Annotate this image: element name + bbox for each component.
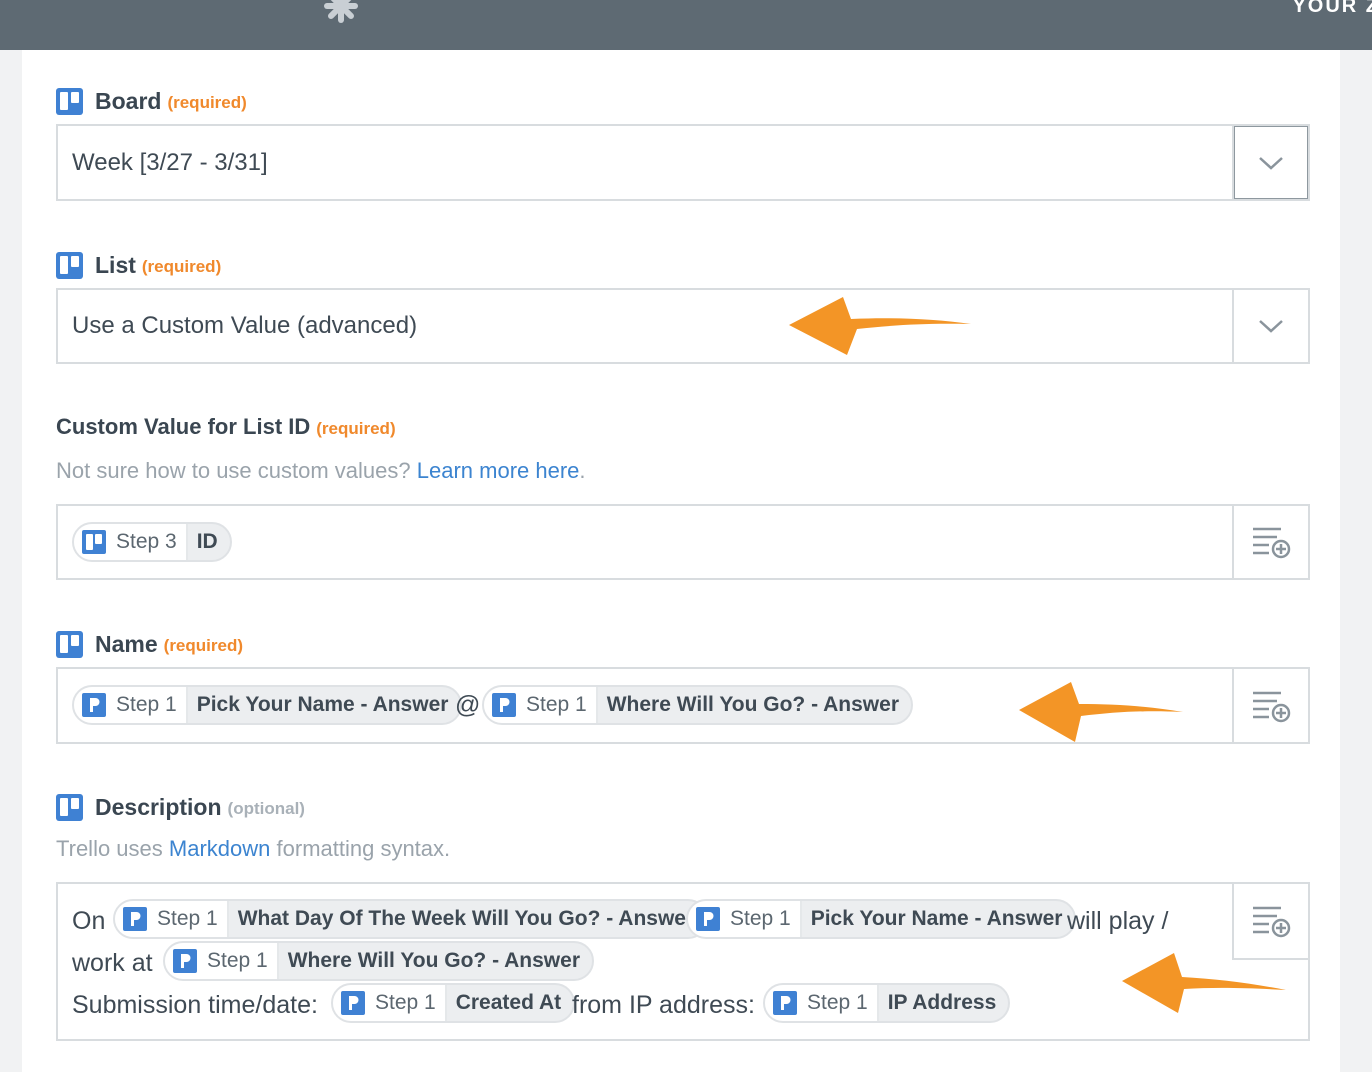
- name-pill-2[interactable]: Step 1 Where Will You Go? - Answer: [482, 685, 913, 725]
- desc-text-will-play: will play /: [1067, 907, 1169, 935]
- desc-pill-created[interactable]: Step 1 Created At: [331, 983, 576, 1023]
- pill-value: Where Will You Go? - Answer: [606, 693, 899, 716]
- description-help-post: formatting syntax.: [276, 836, 451, 861]
- step3-id-pill[interactable]: Step 3 ID: [72, 522, 232, 562]
- pill-value: IP Address: [887, 991, 997, 1014]
- wufoo-p-icon: [341, 991, 365, 1015]
- desc-pill-where[interactable]: Step 1 Where Will You Go? - Answer: [163, 941, 594, 981]
- description-label-text: Description: [95, 793, 222, 820]
- insert-field-button[interactable]: [1232, 884, 1308, 960]
- chevron-down-icon: [1259, 156, 1283, 170]
- name-required-tag: (required): [163, 635, 243, 655]
- list-label: List (required): [56, 250, 221, 280]
- pill-step: Step 3: [74, 524, 188, 560]
- desc-text-from-ip: from IP address:: [572, 991, 755, 1019]
- list-label-text: List: [95, 251, 136, 278]
- desc-text-on: On: [72, 907, 106, 935]
- markdown-link[interactable]: Markdown: [169, 836, 270, 861]
- description-help: Trello uses Markdown formatting syntax.: [56, 836, 450, 862]
- arrow-annotation: [789, 297, 971, 355]
- list-select-value: Use a Custom Value (advanced): [72, 312, 418, 339]
- pill-step: Step 1: [115, 901, 229, 937]
- desc-text-work-at: work at: [72, 949, 153, 977]
- board-label: Board (required): [56, 86, 247, 116]
- pill-value: Where Will You Go? - Answer: [287, 949, 580, 972]
- custom-value-label-text: Custom Value for List ID: [56, 414, 311, 439]
- description-optional-tag: (optional): [227, 798, 305, 818]
- pill-value: Pick Your Name - Answer: [196, 693, 449, 716]
- pill-step: Step 1: [165, 943, 279, 979]
- insert-field-button[interactable]: [1232, 669, 1308, 742]
- board-required-tag: (required): [167, 92, 247, 112]
- name-pill-1[interactable]: Step 1 Pick Your Name - Answer: [72, 685, 463, 725]
- pill-value: Pick Your Name - Answer: [810, 907, 1063, 930]
- insert-field-icon: [1253, 527, 1291, 559]
- insert-field-icon: [1253, 691, 1291, 722]
- custom-value-help-end: .: [579, 458, 586, 483]
- list-required-tag: (required): [141, 256, 222, 276]
- pill-step: Step 1: [74, 687, 188, 723]
- insert-field-button[interactable]: [1232, 506, 1308, 578]
- insert-field-icon: [1253, 906, 1291, 938]
- pill-step: Step 1: [688, 901, 802, 937]
- pill-value: What Day Of The Week Will You Go? - Answ…: [237, 907, 695, 930]
- desc-pill-day[interactable]: Step 1 What Day Of The Week Will You Go?…: [113, 899, 709, 939]
- name-separator: @: [455, 691, 481, 719]
- custom-value-help: Not sure how to use custom values? Learn…: [56, 458, 586, 484]
- trello-icon: [56, 793, 83, 821]
- pill-step: Step 1: [333, 985, 447, 1021]
- arrow-annotation: [1019, 682, 1183, 742]
- pill-value: Created At: [455, 991, 562, 1014]
- header-corner-text[interactable]: YOUR Z: [1292, 0, 1372, 18]
- trello-icon: [56, 87, 83, 115]
- board-label-text: Board: [95, 87, 162, 114]
- trello-icon: [82, 530, 106, 554]
- desc-pill-name[interactable]: Step 1 Pick Your Name - Answer: [686, 899, 1077, 939]
- wufoo-p-icon: [173, 949, 197, 973]
- board-dropdown-button[interactable]: [1232, 126, 1308, 199]
- custom-value-label: Custom Value for List ID (required): [56, 412, 396, 442]
- board-select-value: Week [3/27 - 3/31]: [72, 149, 268, 176]
- board-select[interactable]: Week [3/27 - 3/31]: [56, 124, 1310, 201]
- learn-more-link[interactable]: Learn more here: [417, 458, 580, 483]
- list-select[interactable]: Use a Custom Value (advanced): [56, 288, 1310, 364]
- wufoo-p-icon: [773, 991, 797, 1015]
- trello-icon: [56, 251, 83, 279]
- pill-value: ID: [196, 530, 218, 553]
- name-label: Name (required): [56, 629, 243, 659]
- wufoo-p-icon: [82, 693, 106, 717]
- custom-value-required-tag: (required): [316, 418, 396, 438]
- arrow-annotation: [1122, 953, 1286, 1013]
- desc-text-submission: Submission time/date:: [72, 991, 318, 1019]
- desc-pill-ip[interactable]: Step 1 IP Address: [763, 983, 1011, 1023]
- pill-step: Step 1: [484, 687, 598, 723]
- pill-step: Step 1: [765, 985, 879, 1021]
- top-bar: YOUR Z: [0, 0, 1372, 50]
- list-dropdown-button[interactable]: [1232, 290, 1308, 362]
- zapier-gear-icon: [324, 0, 358, 23]
- description-label: Description (optional): [56, 792, 305, 822]
- wufoo-p-icon: [492, 693, 516, 717]
- description-help-pre: Trello uses: [56, 836, 163, 861]
- wufoo-p-icon: [696, 907, 720, 931]
- wufoo-p-icon: [123, 907, 147, 931]
- custom-value-help-text: Not sure how to use custom values?: [56, 458, 411, 483]
- custom-value-input[interactable]: Step 3 ID: [56, 504, 1310, 580]
- name-label-text: Name: [95, 630, 158, 657]
- trello-icon: [56, 630, 83, 658]
- chevron-down-icon: [1259, 320, 1283, 333]
